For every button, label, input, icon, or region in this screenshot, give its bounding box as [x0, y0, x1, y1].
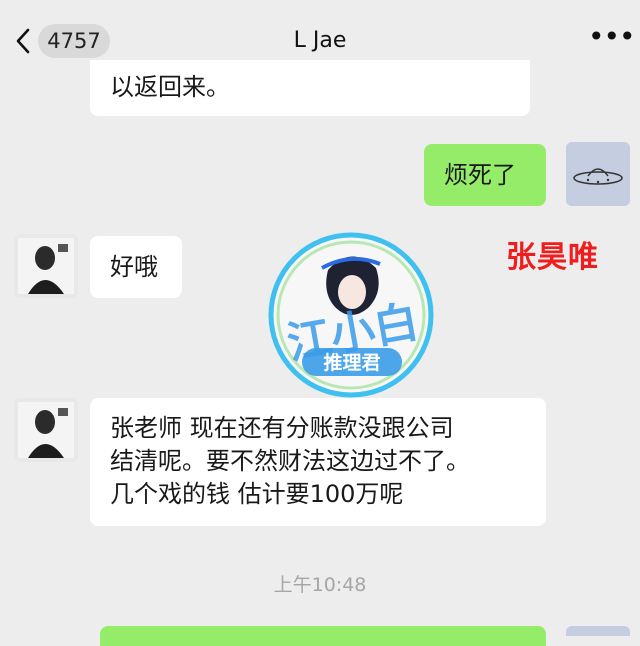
my-avatar[interactable] [566, 142, 630, 206]
message-bubble-incoming[interactable]: 张老师 现在还有分账款没跟公司 结清呢。要不然财法这边过不了。 几个戏的钱 估计… [90, 398, 546, 526]
message-bubble-incoming[interactable]: 好哦 [90, 236, 182, 298]
logo-subtext: 推理君 [323, 351, 380, 374]
ufo-icon [566, 142, 630, 206]
my-avatar-partial[interactable] [566, 626, 630, 636]
watermark-logo: 江小白 推理君 [268, 232, 434, 398]
contact-photo-icon [14, 398, 78, 462]
contact-avatar[interactable] [14, 398, 78, 462]
more-options-icon[interactable]: ••• [588, 22, 636, 56]
message-timestamp: 上午10:48 [273, 574, 367, 596]
message-bubble-incoming[interactable]: 以返回来。 [90, 60, 530, 116]
watermark-name: 张昊唯 [506, 240, 599, 275]
message-bubble-outgoing-partial[interactable] [100, 626, 546, 646]
contact-photo-icon [14, 234, 78, 298]
message-text: 以返回来。 [110, 73, 230, 101]
message-line: 几个戏的钱 估计要100万呢 [110, 480, 404, 508]
message-bubble-outgoing[interactable]: 烦死了 [424, 144, 546, 206]
message-line: 张老师 现在还有分账款没跟公司 [110, 414, 454, 442]
message-text: 好哦 [110, 253, 158, 281]
chat-title: L Jae [293, 28, 347, 53]
message-text: 烦死了 [444, 161, 516, 189]
contact-avatar[interactable] [14, 234, 78, 298]
message-line: 结清呢。要不然财法这边过不了。 [110, 447, 470, 475]
